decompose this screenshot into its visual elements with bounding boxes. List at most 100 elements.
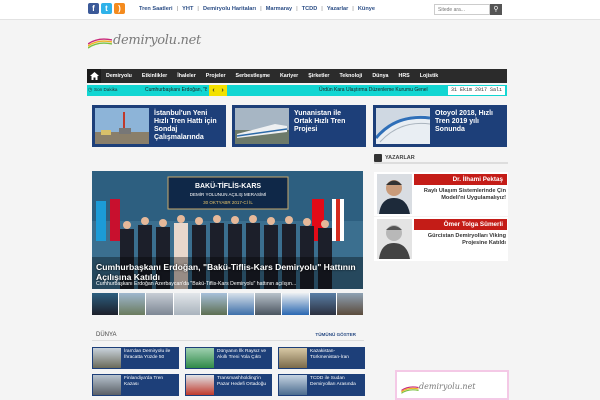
ticker-headline[interactable]: Cumhurbaşkanı Erdoğan, "Bakü-Tiflis-Kars — [145, 87, 207, 93]
news-title: Dünyanın İlk Raysız ve Akıllı Treni Yola… — [217, 349, 267, 360]
topnav-yazarlar[interactable]: Yazarlar — [327, 6, 348, 12]
author-avatar — [377, 174, 412, 214]
slider-banner-line3: 30 OKTYABR 2017-Cİ İL — [203, 199, 253, 205]
breaking-news-ticker: ◷ Son Dakika Cumhurbaşkanı Erdoğan, "Bak… — [87, 85, 507, 96]
news-title: İran'dan Demiryolu ile İhracatta Yüzde 5… — [124, 349, 171, 360]
ticker-label: Son Dakika — [94, 87, 118, 92]
ad-banner[interactable]: demiryolu.net — [395, 370, 509, 400]
news-item[interactable]: Dünyanın İlk Raysız ve Akıllı Treni Yola… — [185, 347, 272, 369]
slider-caption: Cumhurbaşkanı Erdoğan, "Bakü-Tiflis-Kars… — [96, 262, 356, 282]
news-title: Kazakistan-Türkmenistan-İran — [310, 349, 349, 360]
topnav-tcdd[interactable]: TCDD — [302, 6, 318, 12]
author-avatar — [377, 219, 412, 259]
author-article-title: Gürcistan Demiryolları Viking Projesine … — [427, 233, 506, 246]
slider-thumbnail[interactable] — [92, 293, 119, 315]
topnav-demiryolu-haritalari[interactable]: Demiryolu Haritaları — [203, 6, 256, 12]
search-input[interactable] — [434, 4, 490, 15]
ticker-arrows: ‹ › — [209, 85, 227, 96]
nav-demiryolu[interactable]: Demiryolu — [101, 73, 137, 79]
site-logo[interactable]: demiryolu.net — [88, 32, 201, 54]
ticker-next-icon[interactable]: › — [221, 87, 223, 94]
news-thumbnail — [279, 348, 307, 368]
slider-thumbnail[interactable] — [173, 293, 200, 315]
top-navigation: Tren Saatleri | YHT | Demiryolu Haritaları… — [139, 6, 375, 12]
show-all-link[interactable]: TÜMÜNÜ GÖSTER — [315, 332, 356, 337]
news-title: TCDD ile Sudan Demiryolları Arasında — [310, 376, 356, 387]
slider-thumbnails — [92, 293, 364, 315]
featured-title: Yunanistan ile Ortak Hızlı Tren Projesi — [294, 110, 346, 133]
topnav-tren-saatleri[interactable]: Tren Saatleri — [139, 6, 173, 12]
news-thumbnail — [93, 375, 121, 395]
news-item[interactable]: İran'dan Demiryolu ile İhracatta Yüzde 5… — [92, 347, 179, 369]
news-item[interactable]: Kazakistan-Türkmenistan-İran — [278, 347, 365, 369]
nav-etkinlikler[interactable]: Etkinlikler — [137, 73, 172, 79]
authors-icon — [374, 153, 382, 162]
banner-text: demiryolu.net — [419, 382, 476, 391]
nav-serbestlesme[interactable]: Serbestleşme — [231, 73, 275, 79]
slider-thumbnail[interactable] — [200, 293, 228, 315]
news-thumbnail — [279, 375, 307, 395]
news-thumbnail — [186, 348, 214, 368]
news-thumbnail — [186, 375, 214, 395]
news-item[interactable]: Finlandiya'da Tren Kazası — [92, 374, 179, 396]
ticker-headline-next[interactable]: Ürdün Kara Ulaştırma Düzenleme Kurumu Ge… — [319, 87, 428, 93]
nav-teknoloji[interactable]: Teknoloji — [334, 73, 367, 79]
author-card[interactable]: Ömer Tolga Sümerli Gürcistan Demiryollar… — [374, 217, 508, 261]
nav-projeler[interactable]: Projeler — [201, 73, 231, 79]
main-navigation: Demiryolu Etkinlikler İhaleler Projeler … — [87, 69, 507, 83]
news-title: Finlandiya'da Tren Kazası — [124, 376, 164, 387]
featured-thumbnail — [376, 108, 430, 144]
news-item[interactable]: Transmashholding'in Pazar Hedefi Ortadoğ… — [185, 374, 272, 396]
ticker-date: 31 Ekim 2017 Salı — [447, 86, 505, 95]
slider-banner-line1: BAKÜ-TİFLİS-KARS — [195, 181, 261, 190]
banner-logo-lines — [401, 386, 419, 394]
featured-title: İstanbul'un Yeni Hızlı Tren Hattı için S… — [154, 110, 217, 141]
nav-lojistik[interactable]: Lojistik — [415, 73, 444, 79]
logo-text: demiryolu.net — [113, 33, 201, 48]
featured-thumbnail — [235, 108, 289, 144]
nav-dunya[interactable]: Dünya — [367, 73, 393, 79]
nav-sirketler[interactable]: Şirketler — [303, 73, 334, 79]
slider-thumbnail[interactable] — [255, 293, 282, 315]
twitter-icon[interactable]: t — [101, 3, 112, 14]
authors-heading-label: YAZARLAR — [385, 154, 415, 161]
news-title: Transmashholding'in Pazar Hedefi Ortadoğ… — [217, 376, 267, 387]
slider-thumbnail[interactable] — [146, 293, 173, 315]
slider-banner-line2: DEMİR YOLUNUN AÇILIŞ MERASİMİ — [190, 191, 266, 197]
authors-heading: YAZARLAR — [374, 153, 508, 164]
section-header-dunya: DÜNYA TÜMÜNÜ GÖSTER — [92, 331, 364, 341]
ticker-prev-icon[interactable]: ‹ — [212, 87, 214, 94]
featured-card[interactable]: Yunanistan ile Ortak Hızlı Tren Projesi — [232, 105, 366, 147]
topnav-marmaray[interactable]: Marmaray — [266, 6, 292, 12]
nav-kariyer[interactable]: Kariyer — [275, 73, 303, 79]
nav-hrs[interactable]: HRS — [394, 73, 415, 79]
slider-thumbnail[interactable] — [336, 293, 364, 315]
featured-card[interactable]: Otoyol 2018, Hızlı Tren 2019 yılı Sonund… — [373, 105, 507, 147]
logo-rail-lines — [88, 38, 112, 49]
clock-icon: ◷ — [88, 87, 93, 93]
facebook-icon[interactable]: f — [88, 3, 99, 14]
search-icon[interactable]: ⚲ — [490, 4, 502, 15]
author-article-title: Raylı Ulaşım Sistemlerinde Çin Modeli'ni… — [423, 188, 506, 201]
nav-ihaleler[interactable]: İhaleler — [172, 73, 201, 79]
topnav-yht[interactable]: YHT — [182, 6, 193, 12]
featured-thumbnail — [95, 108, 149, 144]
home-icon[interactable] — [87, 69, 101, 83]
slider-thumbnail[interactable] — [282, 293, 309, 315]
top-bar: f t ) Tren Saatleri | YHT | Demiryolu Hari… — [0, 0, 600, 20]
main-slider[interactable]: BAKÜ-TİFLİS-KARS DEMİR YOLUNUN AÇILIŞ ME… — [92, 171, 363, 289]
author-name: Dr. İlhami Pektaş — [414, 174, 507, 185]
rss-icon[interactable]: ) — [114, 3, 125, 14]
section-title: DÜNYA — [96, 332, 117, 338]
author-card[interactable]: Dr. İlhami Pektaş Raylı Ulaşım Sistemler… — [374, 172, 508, 216]
news-thumbnail — [93, 348, 121, 368]
slider-thumbnail[interactable] — [119, 293, 146, 315]
slider-thumbnail[interactable] — [228, 293, 255, 315]
featured-title: Otoyol 2018, Hızlı Tren 2019 yılı Sonund… — [435, 110, 493, 133]
topnav-kunye[interactable]: Künye — [358, 6, 375, 12]
news-item[interactable]: TCDD ile Sudan Demiryolları Arasında — [278, 374, 365, 396]
slider-thumbnail[interactable] — [309, 293, 336, 315]
featured-card[interactable]: İstanbul'un Yeni Hızlı Tren Hattı için S… — [92, 105, 226, 147]
authors-sidebar: YAZARLAR Dr. İlhami Pektaş Raylı Ulaşım … — [374, 153, 508, 261]
slider-subcaption: Cumhurbaşkanı Erdoğan Azerbaycan'da "Bak… — [96, 281, 297, 287]
